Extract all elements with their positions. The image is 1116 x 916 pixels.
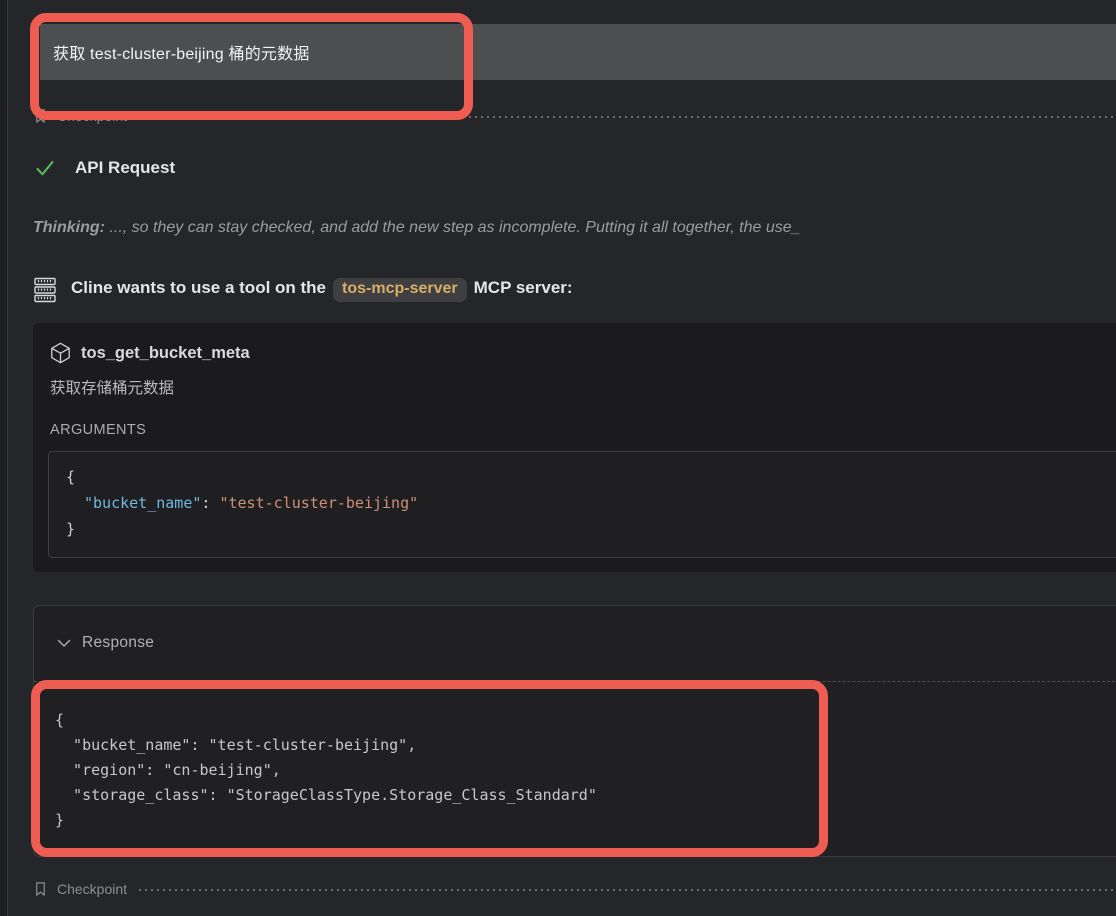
tool-header: tos_get_bucket_meta (50, 342, 250, 364)
arguments-code-block: { "bucket_name": "test-cluster-beijing" … (48, 451, 1116, 558)
thinking-prefix: Thinking: (33, 219, 105, 236)
thinking-row[interactable]: Thinking: ..., so they can stay checked,… (33, 219, 1116, 243)
checkpoint-row-bottom: Checkpoint (33, 880, 1116, 898)
tool-use-prefix: Cline wants to use a tool on the (71, 278, 326, 297)
response-panel: Response { "bucket_name": "test-cluster-… (33, 605, 1116, 857)
mcp-server-badge: tos-mcp-server (333, 278, 467, 302)
api-request-label: API Request (75, 158, 175, 178)
checkpoint-dotted-divider (139, 889, 1116, 891)
tool-use-suffix: MCP server: (474, 278, 573, 297)
response-header[interactable]: Response (34, 606, 1116, 680)
tool-use-row: Cline wants to use a tool on the tos-mcp-… (34, 275, 1116, 305)
cube-icon (50, 342, 71, 364)
tool-description: 获取存储桶元数据 (50, 376, 174, 398)
response-json-line: "storage_class": "StorageClassType.Stora… (55, 783, 1115, 808)
user-message-text: 获取 test-cluster-beijing 桶的元数据 (40, 40, 310, 64)
checkpoint-label: Checkpoint (57, 108, 127, 124)
server-icon (34, 277, 56, 303)
args-separator: : (201, 494, 219, 512)
tool-use-text: Cline wants to use a tool on the tos-mcp-… (71, 278, 573, 302)
user-message-bar: 获取 test-cluster-beijing 桶的元数据 (40, 24, 1116, 80)
args-value: "test-cluster-beijing" (219, 494, 418, 512)
check-icon (33, 156, 57, 180)
checkpoint-label: Checkpoint (57, 881, 127, 897)
bookmark-icon (33, 881, 48, 897)
mcp-tool-card: tos_get_bucket_meta 获取存储桶元数据 ARGUMENTS {… (33, 323, 1116, 572)
api-request-row: API Request (33, 155, 175, 181)
response-json-line: "bucket_name": "test-cluster-beijing", (55, 733, 1115, 758)
response-divider (34, 681, 1116, 682)
thinking-text: ..., so they can stay checked, and add t… (105, 219, 801, 236)
response-json-line: { (55, 708, 1115, 733)
args-key: "bucket_name" (84, 494, 201, 512)
chevron-down-icon (57, 639, 71, 648)
args-line-kv: "bucket_name": "test-cluster-beijing" (66, 490, 1116, 516)
checkpoint-dotted-divider (139, 116, 1116, 118)
checkpoint-row-top: Checkpoint (33, 107, 1116, 125)
response-json-line: "region": "cn-beijing", (55, 758, 1115, 783)
response-label: Response (82, 634, 154, 652)
args-line-close: } (66, 516, 1116, 542)
panel-left-edge (0, 0, 8, 916)
arguments-label: ARGUMENTS (50, 422, 146, 438)
response-json: { "bucket_name": "test-cluster-beijing",… (55, 708, 1115, 833)
response-json-line: } (55, 808, 1115, 833)
bookmark-icon (33, 108, 48, 124)
tool-name: tos_get_bucket_meta (81, 344, 250, 363)
args-line-open: { (66, 464, 1116, 490)
